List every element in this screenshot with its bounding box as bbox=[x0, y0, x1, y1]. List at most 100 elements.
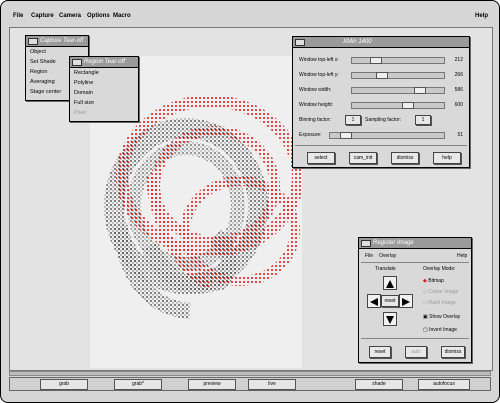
separator bbox=[295, 145, 467, 146]
grab-star-button[interactable]: grab* bbox=[114, 379, 162, 390]
window-height-label: Window height: bbox=[299, 102, 334, 108]
menu-item-averaging[interactable]: Averaging bbox=[30, 79, 55, 85]
left-arrow-button[interactable] bbox=[367, 294, 381, 308]
slider-thumb[interactable] bbox=[376, 72, 388, 79]
menu-item-pixel: Pixel bbox=[74, 110, 86, 116]
slider-thumb[interactable] bbox=[402, 102, 414, 109]
menu-item-region[interactable]: Region bbox=[30, 69, 47, 75]
window-height-value: 600 bbox=[454, 102, 463, 108]
window-menu-icon[interactable] bbox=[28, 38, 38, 45]
slider-thumb[interactable] bbox=[370, 57, 382, 64]
window-width-slider[interactable] bbox=[351, 87, 445, 94]
top-left-y-value: 266 bbox=[454, 72, 463, 78]
up-arrow-icon bbox=[386, 280, 394, 288]
main-menubar: File Capture Camera Options Macro Help bbox=[3, 11, 497, 23]
window-width-value: 586 bbox=[454, 87, 463, 93]
sampling-factor-value: 1 bbox=[421, 117, 425, 123]
invert-image-checkbox[interactable]: ▢ Invert Image bbox=[423, 327, 457, 333]
window-menu-icon[interactable] bbox=[361, 240, 371, 247]
mode-flash-radio: ◇ Flash Image bbox=[423, 300, 456, 306]
slider-thumb[interactable] bbox=[340, 132, 352, 139]
camera-settings-window: XMin 1400 Window top-left x: 212 Window … bbox=[292, 36, 470, 168]
capture-tearoff-titlebar[interactable]: Capture Tear-off bbox=[26, 36, 88, 47]
window-title: Register Image bbox=[373, 240, 414, 246]
menu-capture[interactable]: Capture bbox=[31, 13, 54, 19]
window-title: Capture Tear-off bbox=[40, 38, 84, 44]
top-left-y-slider[interactable] bbox=[351, 72, 445, 79]
mode-colour-label: Colour Image bbox=[428, 289, 459, 295]
register-image-titlebar[interactable]: Register Image bbox=[359, 238, 471, 249]
exposure-label: Exposure: bbox=[299, 132, 322, 138]
overlay-mode-label: Overlay Mode: bbox=[423, 266, 456, 272]
shade-button[interactable]: shade bbox=[355, 379, 403, 390]
auto-button: auto bbox=[405, 346, 427, 358]
menu-file[interactable]: File bbox=[13, 13, 23, 19]
window-menu-icon[interactable] bbox=[295, 39, 305, 46]
window-height-slider[interactable] bbox=[351, 102, 445, 109]
help-button[interactable]: help bbox=[433, 152, 461, 164]
up-arrow-button[interactable] bbox=[383, 276, 397, 290]
dismiss-button[interactable]: dismiss bbox=[391, 152, 419, 164]
camera-settings-titlebar[interactable]: XMin 1400 bbox=[293, 37, 469, 48]
window-title: Region Tear-off bbox=[84, 59, 126, 65]
action-dock: grab grab* preview live shade autofocus bbox=[9, 377, 491, 391]
menu-macro[interactable]: Macro bbox=[113, 13, 131, 19]
top-left-x-value: 212 bbox=[454, 57, 463, 63]
dismiss-button[interactable]: dismiss bbox=[441, 346, 465, 358]
menu-overlay[interactable]: Overlay bbox=[379, 253, 396, 259]
translate-label: Translate bbox=[375, 266, 396, 272]
horizontal-scrollbar[interactable] bbox=[9, 371, 491, 376]
menu-item-set-shade[interactable]: Set Shade bbox=[30, 59, 56, 65]
menu-item-full-size[interactable]: Full size bbox=[74, 100, 94, 106]
exposure-slider[interactable] bbox=[329, 132, 445, 139]
down-arrow-button[interactable] bbox=[383, 312, 397, 326]
sampling-factor-select[interactable]: 1 bbox=[415, 115, 431, 125]
window-title: XMin 1400 bbox=[343, 39, 372, 45]
region-tearoff-window: Region Tear-off Rectangle Polyline Domai… bbox=[69, 56, 139, 122]
right-arrow-button[interactable] bbox=[399, 294, 413, 308]
menu-help[interactable]: Help bbox=[475, 13, 488, 19]
show-overlay-label: Show Overlay bbox=[429, 314, 461, 320]
menu-item-domain[interactable]: Domain bbox=[74, 90, 93, 96]
window-width-label: Window width: bbox=[299, 87, 332, 93]
exposure-value: 51 bbox=[457, 132, 463, 138]
menu-camera[interactable]: Camera bbox=[59, 13, 81, 19]
sampling-factor-label: Sampling factor: bbox=[365, 117, 402, 123]
down-arrow-icon bbox=[386, 316, 394, 324]
reset-translate-button[interactable]: reset bbox=[381, 295, 399, 307]
menu-options[interactable]: Options bbox=[87, 13, 110, 19]
top-left-x-slider[interactable] bbox=[351, 57, 445, 64]
show-overlay-checkbox[interactable]: ▣ Show Overlay bbox=[423, 314, 460, 320]
binning-factor-value: 1 bbox=[351, 117, 355, 123]
slider-thumb[interactable] bbox=[414, 87, 426, 94]
separator bbox=[361, 262, 469, 263]
reset-button[interactable]: reset bbox=[369, 346, 391, 358]
separator bbox=[361, 338, 469, 339]
top-left-y-label: Window top-left y: bbox=[299, 72, 339, 78]
live-button[interactable]: live bbox=[248, 379, 296, 390]
window-menu-icon[interactable] bbox=[72, 59, 82, 66]
cam-init-button[interactable]: cam_init bbox=[349, 152, 377, 164]
region-tearoff-titlebar[interactable]: Region Tear-off bbox=[70, 57, 138, 68]
preview-button[interactable]: preview bbox=[188, 379, 236, 390]
menu-item-object[interactable]: Object bbox=[30, 49, 46, 55]
grab-button[interactable]: grab bbox=[40, 379, 88, 390]
mode-bitmap-radio[interactable]: ◆ Bitmap bbox=[423, 278, 444, 284]
binning-factor-select[interactable]: 1 bbox=[345, 115, 361, 125]
autofocus-button[interactable]: autofocus bbox=[418, 379, 470, 390]
binning-factor-label: Binning factor: bbox=[299, 117, 331, 123]
menu-item-polyline[interactable]: Polyline bbox=[74, 80, 93, 86]
menu-item-rectangle[interactable]: Rectangle bbox=[74, 70, 99, 76]
left-arrow-icon bbox=[370, 298, 378, 306]
invert-image-label: Invert Image bbox=[429, 327, 457, 333]
mode-colour-radio: ◇ Colour Image bbox=[423, 289, 459, 295]
mode-bitmap-label: Bitmap bbox=[428, 278, 444, 284]
register-image-window: Register Image File Overlay Help Transla… bbox=[358, 237, 472, 363]
mode-flash-label: Flash Image bbox=[428, 300, 456, 306]
menu-item-stage-center[interactable]: Stage center bbox=[30, 89, 61, 95]
select-button[interactable]: select bbox=[307, 152, 335, 164]
menu-file[interactable]: File bbox=[365, 253, 373, 259]
menu-help[interactable]: Help bbox=[457, 253, 467, 259]
right-arrow-icon bbox=[402, 298, 410, 306]
top-left-x-label: Window top-left x: bbox=[299, 57, 339, 63]
